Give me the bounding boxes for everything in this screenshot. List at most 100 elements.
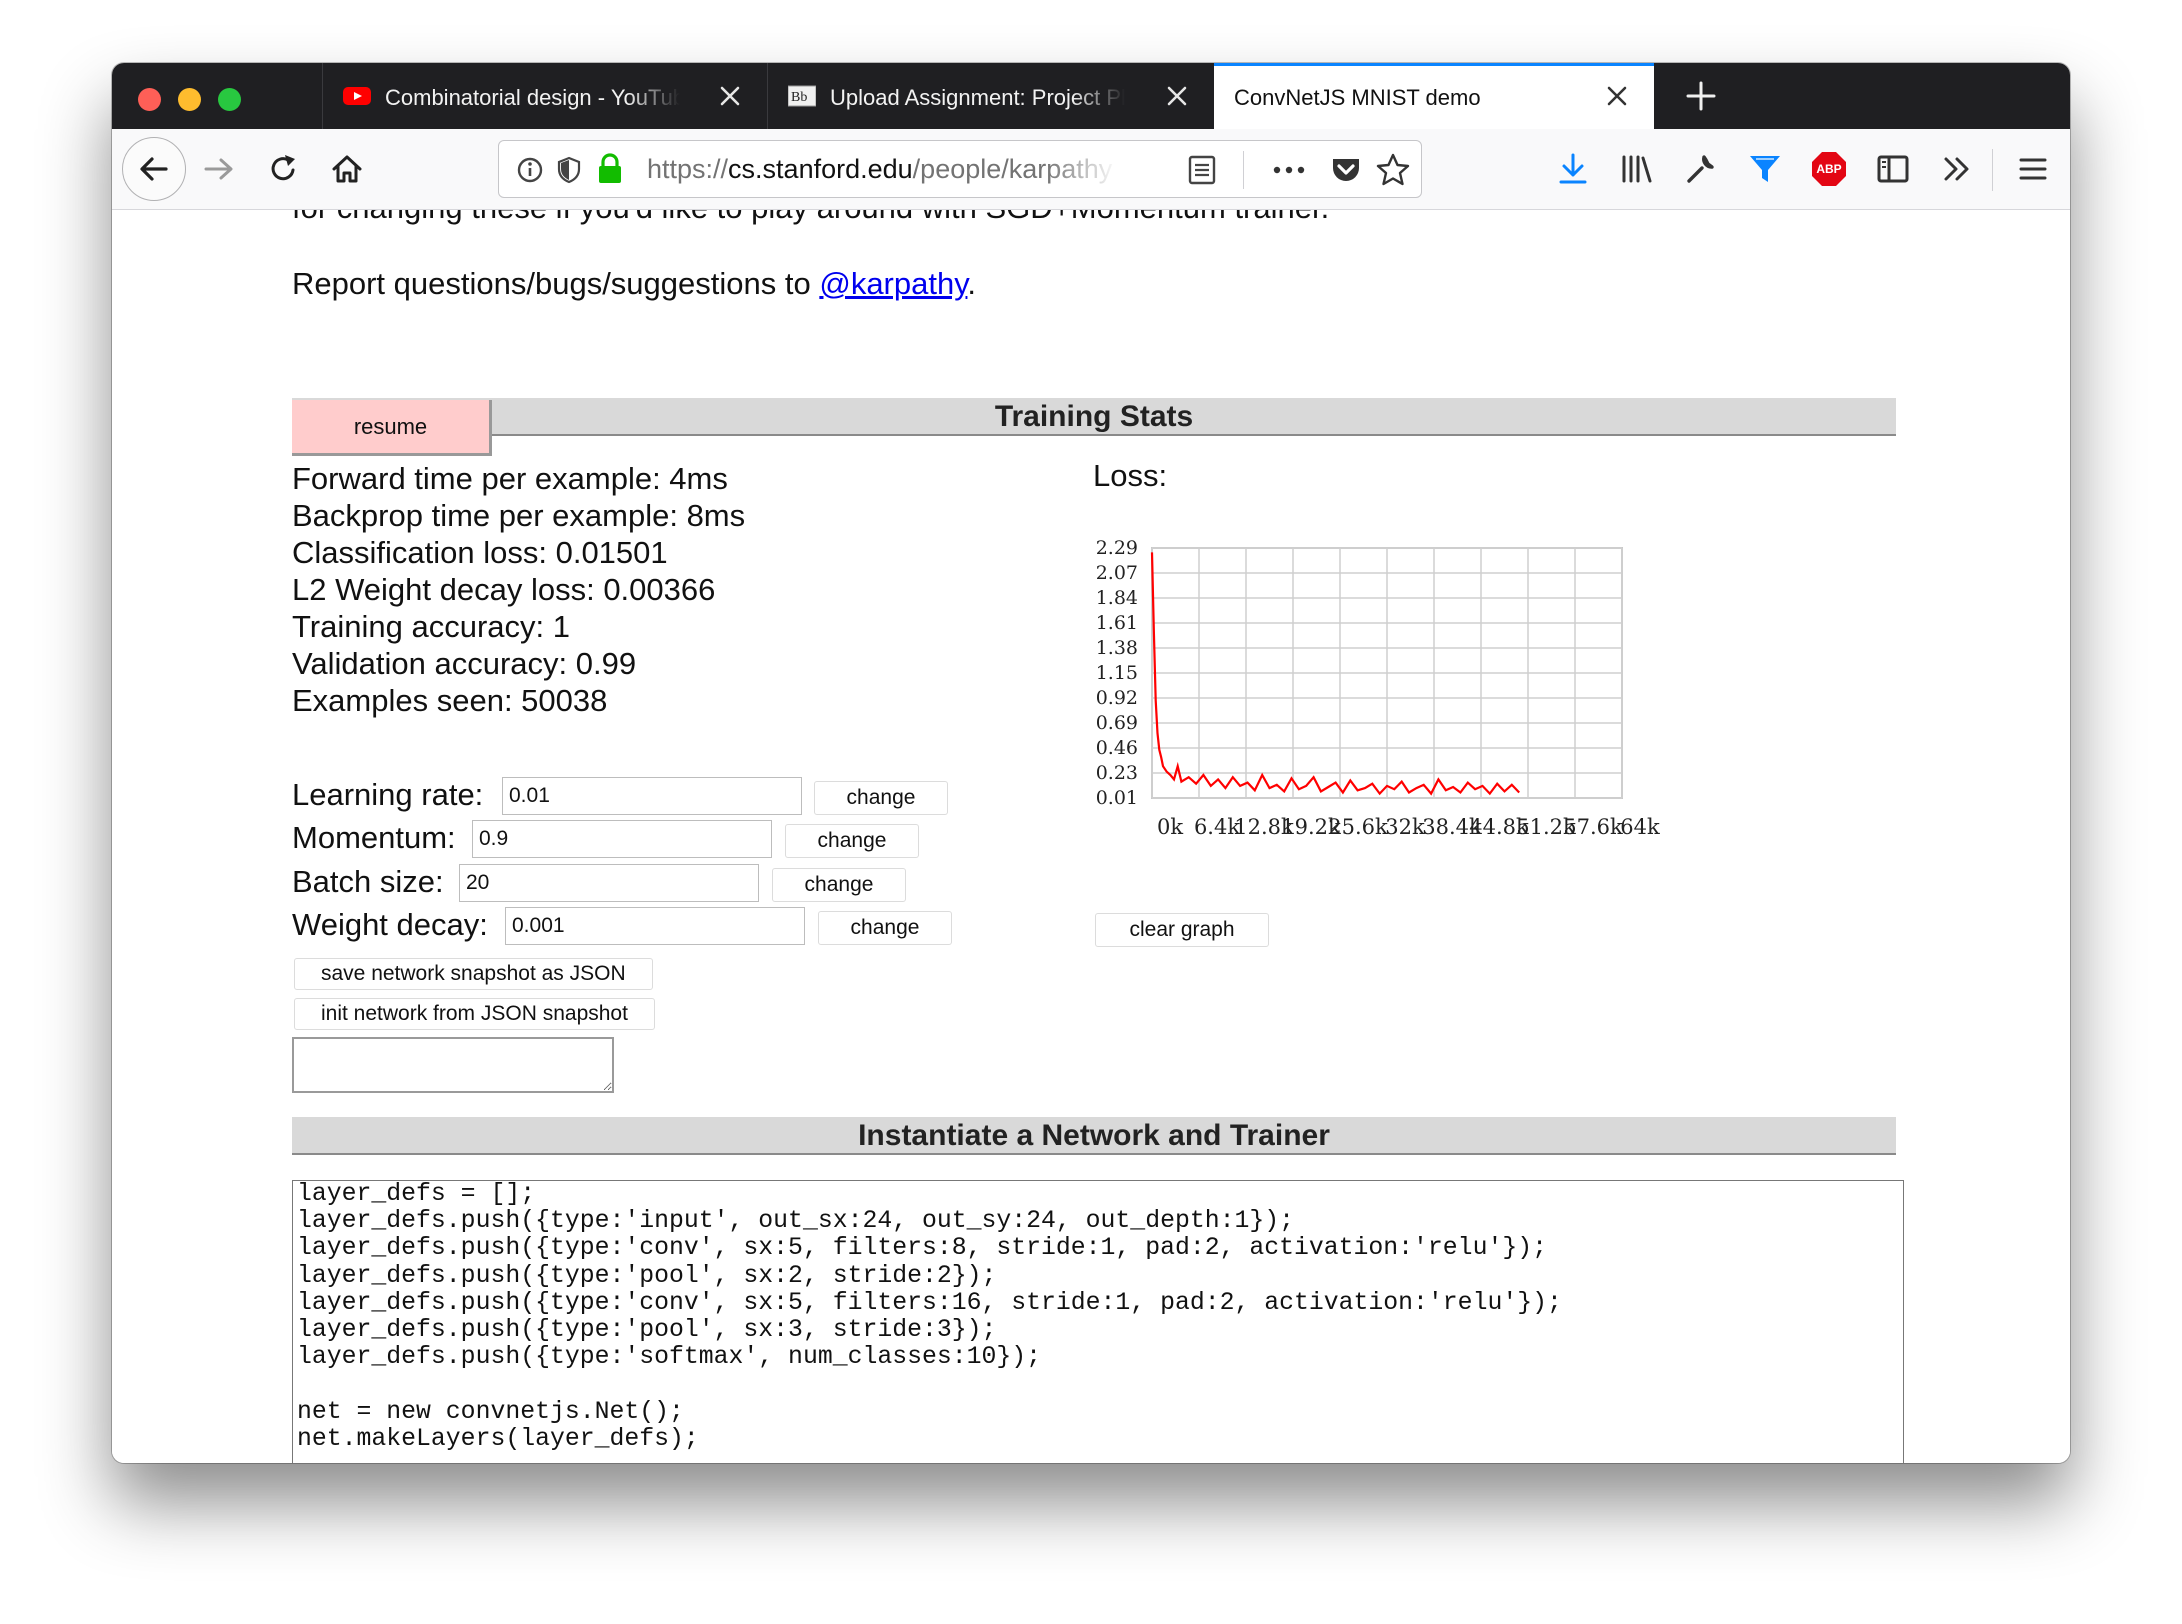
urlbar-divider — [1243, 151, 1244, 189]
reload-icon[interactable] — [264, 150, 302, 188]
tab-youtube[interactable]: Combinatorial design - YouTube — [322, 63, 767, 129]
batch-size-input[interactable] — [459, 864, 759, 902]
home-icon[interactable] — [328, 150, 366, 188]
new-tab-icon[interactable] — [1682, 77, 1720, 115]
chart-x-ticks: 0k 6.4k12.8k19.2k25.6k32k38.4k44.8k51.2k5… — [1157, 815, 1660, 839]
chart-y-tick-label: 0.23 — [1096, 762, 1138, 784]
clear-graph-button[interactable]: clear graph — [1095, 913, 1269, 947]
network-code-editor[interactable]: layer_defs = []; layer_defs.push({type:'… — [292, 1180, 1904, 1463]
back-button[interactable] — [122, 137, 186, 201]
report-text: Report questions/bugs/suggestions to — [292, 266, 820, 301]
chart-y-tick-label: 1.15 — [1096, 662, 1138, 684]
tab-title: Combinatorial design - YouTube — [385, 85, 680, 110]
zoom-window-button[interactable] — [218, 88, 241, 111]
tab-strip: Combinatorial design - YouTube Bb Upload… — [112, 63, 2070, 129]
chart-y-tick-label: 2.29 — [1096, 537, 1138, 559]
training-accuracy-stat: Training accuracy: 1 — [292, 609, 570, 644]
loss-label: Loss: — [1093, 458, 1168, 493]
adblock-plus-icon[interactable]: ABP — [1810, 150, 1848, 188]
chart-grid — [1151, 547, 1623, 799]
blackboard-icon: Bb — [788, 85, 816, 107]
page-actions-icon[interactable] — [1269, 155, 1309, 185]
karpathy-link[interactable]: @karpathy — [819, 266, 967, 301]
wrench-icon[interactable] — [1682, 150, 1720, 188]
resume-button[interactable]: resume — [292, 400, 492, 456]
navigation-toolbar: https://cs.stanford.edu/people/karpathy — [112, 129, 2070, 210]
url-host: cs.stanford.edu — [728, 154, 913, 184]
bookmark-star-icon[interactable] — [1375, 152, 1411, 188]
tab-title: Upload Assignment: Project Phase — [830, 85, 1125, 110]
tab-blackboard[interactable]: Bb Upload Assignment: Project Phase — [767, 63, 1214, 129]
url-scheme: https:// — [647, 154, 729, 184]
weight-decay-loss-stat: L2 Weight decay loss: 0.00366 — [292, 572, 716, 607]
momentum-label: Momentum: — [292, 820, 456, 855]
browser-window: Combinatorial design - YouTube Bb Upload… — [112, 63, 2070, 1463]
svg-text:Bb: Bb — [791, 90, 807, 105]
hamburger-menu-icon[interactable] — [2014, 150, 2052, 188]
chart-x-tick-label: 57.6k — [1563, 815, 1623, 839]
downloads-icon[interactable] — [1554, 150, 1592, 188]
weight-decay-change-button[interactable]: change — [818, 911, 952, 945]
back-arrow-icon — [140, 157, 168, 181]
learning-rate-input[interactable] — [502, 777, 802, 815]
chart-x-tick-label: 0k — [1157, 815, 1183, 839]
init-snapshot-button[interactable]: init network from JSON snapshot — [294, 998, 655, 1030]
chart-y-ticks: 2.29 2.07 1.84 1.61 1.38 1.15 0.92 0.69 0.46 0.23… — [1096, 537, 1138, 809]
lock-icon[interactable] — [595, 152, 625, 186]
examples-seen-stat: Examples seen: 50038 — [292, 683, 608, 718]
chart-y-tick-label: 0.92 — [1096, 687, 1138, 709]
intro-text: for changing these if you'd like to play… — [292, 210, 1329, 226]
info-icon[interactable] — [515, 155, 545, 185]
chart-y-tick-label: 2.07 — [1096, 562, 1138, 584]
momentum-change-button[interactable]: change — [785, 824, 919, 858]
validation-accuracy-stat: Validation accuracy: 0.99 — [292, 646, 637, 681]
close-window-button[interactable] — [138, 88, 161, 111]
report-suffix: . — [967, 266, 977, 301]
batch-size-change-button[interactable]: change — [772, 868, 906, 902]
tab-title: ConvNetJS MNIST demo — [1234, 85, 1481, 110]
page-content: for changing these if you'd like to play… — [112, 210, 2070, 1463]
chart-y-tick-label: 1.61 — [1096, 612, 1138, 634]
json-snapshot-textarea[interactable] — [292, 1037, 614, 1093]
sidebar-icon[interactable] — [1874, 150, 1912, 188]
url-text[interactable]: https://cs.stanford.edu/people/karpathy — [647, 154, 1117, 185]
weight-decay-input[interactable] — [505, 907, 805, 945]
chart-x-tick-label: 25.6k — [1328, 815, 1388, 839]
tracking-shield-icon[interactable] — [555, 155, 583, 185]
chart-y-tick-label: 1.38 — [1096, 637, 1138, 659]
tab-convnetjs[interactable]: ConvNetJS MNIST demo — [1214, 63, 1654, 129]
forward-time-stat: Forward time per example: 4ms — [292, 461, 728, 496]
reader-view-icon[interactable] — [1187, 154, 1217, 186]
minimize-window-button[interactable] — [178, 88, 201, 111]
toolbar-divider — [1992, 149, 1993, 191]
active-tab-indicator — [1214, 63, 1654, 66]
save-snapshot-button[interactable]: save network snapshot as JSON — [294, 958, 653, 990]
weight-decay-label: Weight decay: — [292, 907, 488, 942]
chart-y-tick-label: 0.69 — [1096, 712, 1138, 734]
forward-arrow-icon[interactable] — [200, 150, 238, 188]
close-tab-icon[interactable] — [1162, 81, 1192, 111]
overflow-chevron-icon[interactable] — [1938, 150, 1976, 188]
chart-x-tick-label: 32k — [1385, 815, 1425, 839]
svg-text:ABP: ABP — [1816, 162, 1841, 176]
pocket-icon[interactable] — [1329, 153, 1363, 187]
classification-loss-stat: Classification loss: 0.01501 — [292, 535, 668, 570]
batch-size-label: Batch size: — [292, 864, 444, 899]
instantiate-network-header: Instantiate a Network and Trainer — [292, 1117, 1896, 1155]
loss-chart: 2.29 2.07 1.84 1.61 1.38 1.15 0.92 0.69 0.46 0.23… — [1096, 537, 1660, 839]
chart-x-tick-label: 64k — [1620, 815, 1660, 839]
learning-rate-label: Learning rate: — [292, 777, 484, 812]
library-icon[interactable] — [1618, 150, 1656, 188]
close-tab-icon[interactable] — [1602, 81, 1632, 111]
extension-funnel-icon[interactable] — [1746, 150, 1784, 188]
chart-y-tick-label: 0.46 — [1096, 737, 1138, 759]
address-bar[interactable]: https://cs.stanford.edu/people/karpathy — [498, 140, 1422, 198]
close-tab-icon[interactable] — [715, 81, 745, 111]
url-path: /people/karpathy — [912, 154, 1113, 184]
learning-rate-change-button[interactable]: change — [814, 781, 948, 815]
chart-y-tick-label: 1.84 — [1096, 587, 1138, 609]
backprop-time-stat: Backprop time per example: 8ms — [292, 498, 746, 533]
momentum-input[interactable] — [472, 820, 772, 858]
report-line: Report questions/bugs/suggestions to @ka… — [292, 266, 976, 302]
chart-y-tick-label: 0.01 — [1096, 787, 1138, 809]
